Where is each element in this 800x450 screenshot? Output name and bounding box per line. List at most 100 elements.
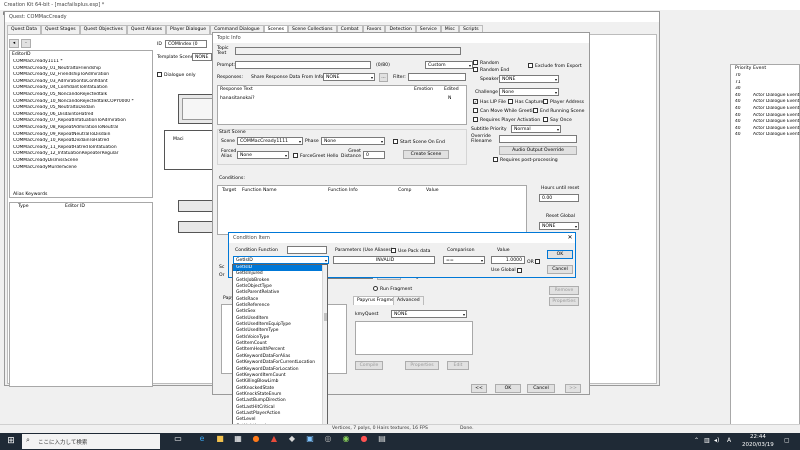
- table-row[interactable]: 40 Actor Dialogue Event: [731, 126, 800, 133]
- table-row[interactable]: 40 Actor Dialogue Event: [731, 99, 800, 106]
- table-row[interactable]: 40 Actor Dialogue Event: [731, 106, 800, 113]
- random-end-checkbox[interactable]: Random End: [473, 67, 509, 73]
- function-info-header[interactable]: Function Info: [328, 188, 358, 193]
- random-checkbox[interactable]: Random: [473, 60, 499, 66]
- has-lip-checkbox[interactable]: Has LIP File: [473, 99, 506, 105]
- ok-button[interactable]: OK: [495, 384, 521, 393]
- list-item[interactable]: COMMacCready_05_NeutraltoDisdain: [10, 105, 152, 112]
- app-icon-3[interactable]: ▣: [304, 433, 316, 445]
- dropdown-scrollbar[interactable]: [322, 265, 327, 428]
- table-row[interactable]: 71: [731, 80, 800, 87]
- app-icon-6[interactable]: ●: [358, 433, 370, 445]
- requires-player-checkbox[interactable]: Requires Player Activation: [473, 117, 540, 123]
- app-icon-1[interactable]: ▲: [268, 433, 280, 445]
- edit-button[interactable]: Edit: [447, 361, 469, 370]
- list-item[interactable]: COMMacCready_05_NoncandoRejectedtalk: [10, 92, 152, 99]
- volume-icon[interactable]: ◂): [714, 437, 719, 444]
- app-icon-4[interactable]: ◎: [322, 433, 334, 445]
- previous-button[interactable]: <<: [471, 384, 487, 393]
- share-browse-button[interactable]: ...: [379, 73, 388, 82]
- or-box[interactable]: [534, 259, 540, 264]
- tab-advanced[interactable]: Advanced: [393, 296, 424, 305]
- start-scene-on-end-box[interactable]: [393, 139, 398, 144]
- requires-post-box[interactable]: [493, 157, 498, 162]
- event-header[interactable]: Event: [753, 66, 766, 71]
- has-capture-box[interactable]: [508, 99, 513, 104]
- exclude-export-box[interactable]: [528, 63, 533, 68]
- clock-date[interactable]: 2020/03/19: [742, 442, 774, 448]
- player-address-box[interactable]: [543, 99, 548, 104]
- table-row[interactable]: 30: [731, 86, 800, 93]
- comp-header[interactable]: Comp: [398, 188, 411, 193]
- topic-text-field[interactable]: [235, 47, 461, 55]
- table-row[interactable]: 40 Actor Dialogue Event: [731, 132, 800, 139]
- share-response-combo[interactable]: NONE ▾: [323, 73, 375, 81]
- subtitle-priority-combo[interactable]: Normal ▾: [511, 125, 561, 133]
- template-scene-combo[interactable]: NONE: [192, 53, 212, 61]
- list-item[interactable]: COMMacCreadyMurderScene: [10, 165, 152, 172]
- requires-post-checkbox[interactable]: Requires post-processing: [493, 157, 558, 163]
- challenge-combo[interactable]: None ▾: [499, 88, 559, 96]
- forced-alias-combo[interactable]: None ▾: [237, 151, 289, 159]
- greet-distance-field[interactable]: 0: [363, 151, 385, 159]
- reset-global-combo[interactable]: NONE ▾: [539, 222, 579, 230]
- end-running-checkbox[interactable]: End Running Scene: [533, 108, 584, 114]
- properties2-button[interactable]: Properties: [405, 361, 439, 370]
- tray-arrow-icon[interactable]: ⌃: [694, 437, 699, 444]
- store-icon[interactable]: ▦: [232, 433, 244, 445]
- dropdown-option[interactable]: GetKeywordDataForCurrentLocation: [233, 360, 322, 366]
- network-icon[interactable]: ▥: [704, 437, 710, 444]
- list-item[interactable]: COMMacCready_10_RepeatDisdainToHatred: [10, 138, 152, 145]
- tab-quest-stages[interactable]: Quest Stages: [40, 25, 80, 34]
- function-name-header[interactable]: Function Name: [242, 188, 277, 193]
- priority-header[interactable]: Priority: [735, 66, 751, 71]
- or-checkbox[interactable]: OR: [527, 259, 542, 265]
- add-button[interactable]: ◂: [9, 39, 19, 48]
- value-header[interactable]: Value: [426, 188, 439, 193]
- list-item[interactable]: COMMacCready_04_ConfidantToInfatuation: [10, 85, 152, 92]
- list-item[interactable]: COMMacCready_06_DisdaintoHatred: [10, 112, 152, 119]
- phase-combo[interactable]: None ▾: [321, 137, 385, 145]
- override-filename-field[interactable]: [499, 135, 577, 143]
- list-item[interactable]: COMMacCready1111 *: [10, 59, 152, 66]
- app-icon-7[interactable]: ▤: [376, 433, 388, 445]
- properties-button[interactable]: Properties: [549, 297, 579, 306]
- windows-start-icon[interactable]: ⊞: [6, 436, 16, 446]
- remove-scene-button[interactable]: -: [21, 39, 31, 48]
- ime-indicator[interactable]: A: [727, 437, 731, 444]
- scene-node-main[interactable]: [164, 130, 214, 170]
- tab-player-dialogue[interactable]: Player Dialogue: [166, 25, 211, 34]
- value-field[interactable]: 1.0000: [491, 256, 525, 264]
- can-move-box[interactable]: [473, 108, 478, 113]
- dialogue-only-box[interactable]: [157, 72, 162, 77]
- say-once-checkbox[interactable]: Say Once: [543, 117, 572, 123]
- run-fragment-radio-dot[interactable]: [373, 286, 378, 291]
- parameter-field[interactable]: INVALID: [333, 256, 435, 264]
- file-explorer-icon[interactable]: ■: [214, 433, 226, 445]
- player-address-checkbox[interactable]: Player Address: [543, 99, 584, 105]
- table-row[interactable]: 40 Actor Dialogue Event: [731, 119, 800, 126]
- dropdown-scroll-thumb[interactable]: [324, 313, 327, 321]
- requires-player-box[interactable]: [473, 117, 478, 122]
- edge-icon[interactable]: e: [196, 433, 208, 445]
- condition-function-combo[interactable]: GetIsID ▾: [233, 256, 329, 264]
- list-item[interactable]: COMMacCready_11_RepeatHatredToInfatuatio…: [10, 145, 152, 152]
- table-row[interactable]: 40 Actor Dialogue Event: [731, 113, 800, 120]
- editor-id-col-header[interactable]: Editor ID: [65, 204, 85, 209]
- filter-field[interactable]: [408, 73, 466, 81]
- fragment-editor[interactable]: [355, 321, 473, 355]
- tab-quest-aliases[interactable]: Quest Aliases: [126, 25, 166, 34]
- run-fragment-radio[interactable]: Run Fragment: [373, 286, 412, 292]
- clock-time[interactable]: 22:44: [750, 434, 766, 440]
- tab-quest-objectives[interactable]: Quest Objectives: [79, 25, 127, 34]
- hours-until-reset-field[interactable]: 0.00: [539, 194, 579, 202]
- prompt-field[interactable]: [235, 61, 371, 69]
- table-row[interactable]: 70: [731, 73, 800, 80]
- use-global-checkbox[interactable]: [517, 268, 522, 273]
- list-item[interactable]: COMMacCready_03_AdmirationtoConfidant: [10, 79, 152, 86]
- type-header[interactable]: Type: [18, 204, 29, 209]
- id-field[interactable]: COMIndex (0: [165, 40, 207, 48]
- emotion-header[interactable]: Emotion: [414, 87, 433, 92]
- list-item[interactable]: COMMacCready_07_RepeatInfatuationToAdmir…: [10, 118, 152, 125]
- edited-header[interactable]: Edited: [444, 87, 459, 92]
